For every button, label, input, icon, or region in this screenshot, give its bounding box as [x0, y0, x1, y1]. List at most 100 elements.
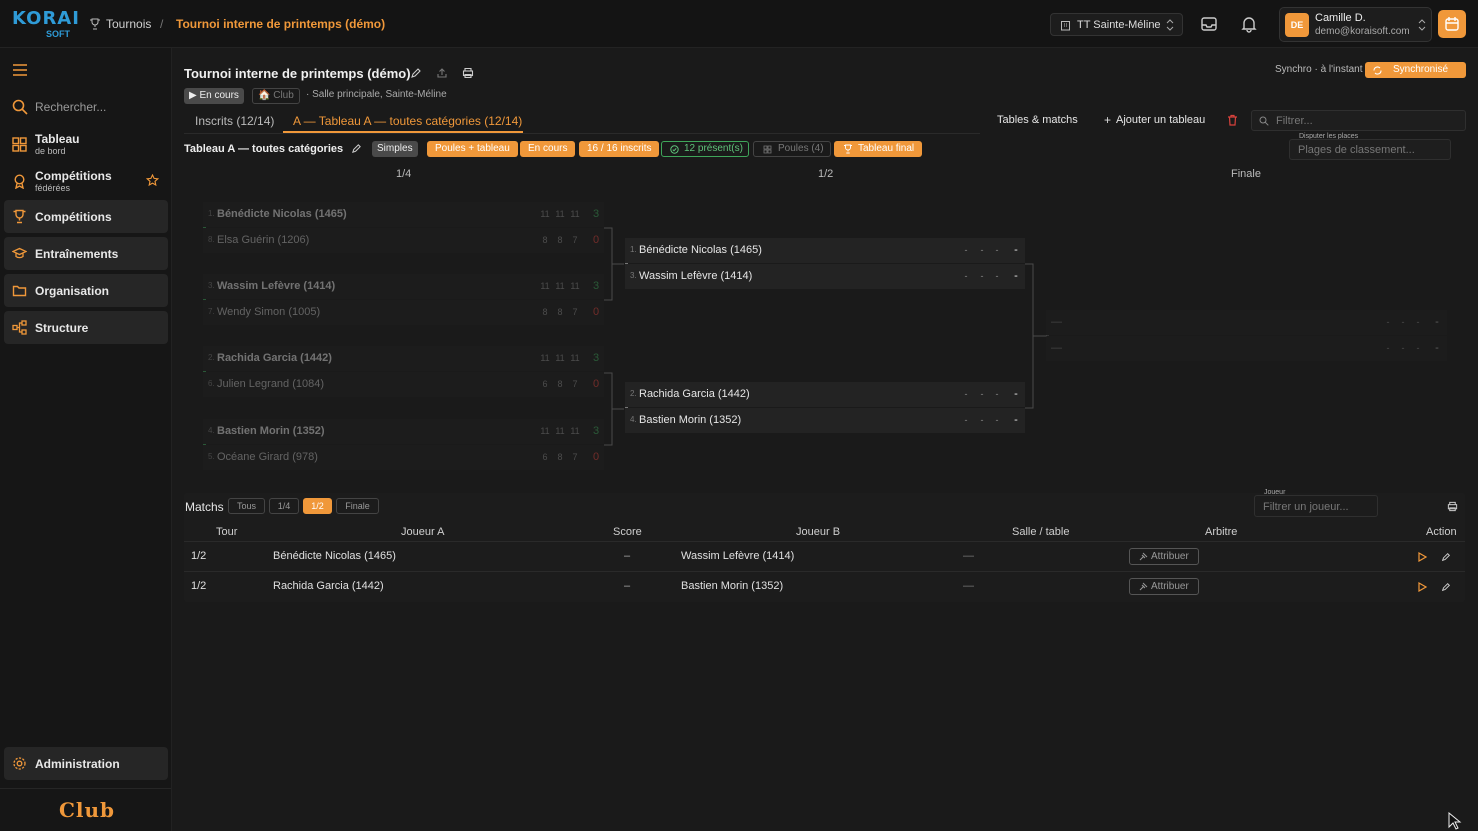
sidebar-divider [0, 788, 171, 789]
round-header-final: Finale [1231, 168, 1261, 180]
chevron-updown-icon [1418, 19, 1426, 31]
set-score: 11 [555, 281, 565, 291]
trash-icon[interactable] [1227, 114, 1238, 126]
mouse-cursor-icon [1448, 812, 1462, 830]
sidebar-item-organisation[interactable]: Organisation [4, 274, 168, 307]
bracket-player-row: 4. Bastien Morin (1352) 11 11 11 3 [203, 419, 604, 444]
seed: 4. [208, 426, 215, 435]
sync-button[interactable]: Synchronisé [1365, 62, 1466, 78]
seed: 8. [208, 235, 215, 244]
player-name: Wassim Lefèvre (1414) [639, 270, 753, 282]
sidebar-item-administration[interactable]: Administration [4, 747, 168, 780]
tab-draw-a[interactable]: A — Tableau A — toutes catégories (12/14… [293, 114, 522, 128]
filter-chip-final[interactable]: Finale [336, 498, 379, 514]
club-selector[interactable]: TT Sainte-Méline [1050, 13, 1183, 36]
bell-icon[interactable] [1240, 15, 1258, 33]
edit-icon[interactable] [1441, 552, 1451, 562]
set-score: 11 [555, 426, 565, 436]
badge-registered: 16 / 16 inscrits [579, 141, 660, 157]
set-score: - [995, 415, 999, 425]
bracket-match-sf1[interactable]: 1. Bénédicte Nicolas (1465) - - - - 3. W… [625, 238, 1025, 289]
filter-chip-quarter[interactable]: 1/4 [269, 498, 299, 514]
star-icon[interactable] [146, 174, 159, 187]
sidebar-item-competitions[interactable]: Compétitions [4, 200, 168, 233]
sidebar-item-dashboard[interactable]: Tableau de bord [4, 128, 168, 161]
cell-round: 1/2 [191, 550, 207, 562]
print-icon[interactable] [1447, 501, 1458, 512]
search-input[interactable]: Rechercher... [35, 100, 106, 114]
assign-referee-button[interactable]: Attribuer [1129, 548, 1199, 565]
user-menu[interactable]: DE Camille D. demo@koraisoft.com [1279, 7, 1432, 42]
cell-table: — [963, 580, 974, 592]
set-score: 11 [540, 353, 550, 363]
badge-simples: Simples [372, 141, 418, 157]
play-icon[interactable] [1418, 552, 1427, 562]
column-header: Action [1426, 526, 1457, 538]
set-score: - [980, 271, 984, 281]
set-score: 7 [572, 379, 578, 389]
badge-final-draw[interactable]: Tableau final [834, 141, 923, 157]
player-name: — [1051, 316, 1062, 328]
breadcrumb-tournois[interactable]: Tournois [106, 17, 151, 31]
player-filter-input[interactable]: Filtrer un joueur... [1254, 495, 1378, 517]
bracket-match-final[interactable]: — - - - - — - - - - [1046, 310, 1447, 361]
seed: 6. [208, 379, 215, 388]
places-input[interactable]: Plages de classement... [1289, 139, 1451, 160]
draw-title: Tableau A — toutes catégories [184, 143, 344, 155]
sidebar-item-label: Organisation [35, 284, 110, 298]
tables-matches-button[interactable]: Tables & matchs [997, 114, 1078, 126]
assign-referee-button[interactable]: Attribuer [1129, 578, 1199, 595]
play-icon[interactable] [1418, 582, 1427, 592]
calendar-button[interactable] [1438, 10, 1466, 38]
round-header-quarter: 1/4 [396, 168, 412, 180]
edit-icon[interactable] [351, 143, 362, 154]
inbox-icon[interactable] [1200, 15, 1218, 33]
share-icon[interactable] [436, 67, 448, 79]
edit-icon[interactable] [410, 67, 422, 79]
club-badge: 🏠 Club [252, 88, 300, 104]
sidebar-item-label: Compétitions [35, 210, 112, 224]
match-total: - [1435, 316, 1439, 328]
hierarchy-icon [12, 320, 27, 335]
set-score: 8 [542, 235, 548, 245]
hamburger-menu-icon[interactable] [12, 63, 28, 77]
set-score: 8 [557, 452, 563, 462]
match-total: - [1014, 270, 1018, 282]
sidebar-item-label: Structure [35, 321, 89, 335]
korai-logo[interactable]: KORAI SOFT [12, 10, 79, 40]
table-row[interactable]: 1/2 Bénédicte Nicolas (1465) – Wassim Le… [184, 541, 1465, 571]
bracket-match-qf4[interactable]: 4. Bastien Morin (1352) 11 11 11 3 5. Oc… [203, 419, 604, 470]
set-score: 11 [540, 426, 550, 436]
print-icon[interactable] [462, 67, 474, 79]
bracket-match-qf2[interactable]: 3. Wassim Lefèvre (1414) 11 11 11 3 7. W… [203, 274, 604, 325]
add-table-button[interactable]: Ajouter un tableau [1116, 114, 1205, 126]
sidebar-item-label: Compétitions [35, 169, 112, 183]
breadcrumb-current: Tournoi interne de printemps (démo) [176, 17, 386, 31]
badge-final-draw-label: Tableau final [858, 143, 915, 154]
set-score: 11 [540, 209, 550, 219]
set-score: - [964, 245, 968, 255]
match-total: 3 [592, 352, 600, 364]
table-row[interactable]: 1/2 Rachida Garcia (1442) – Bastien Mori… [184, 571, 1465, 601]
page-title: Tournoi interne de printemps (démo) [184, 66, 411, 81]
sidebar-item-structure[interactable]: Structure [4, 311, 168, 344]
set-score: 6 [542, 379, 548, 389]
filter-chip-semi[interactable]: 1/2 [303, 498, 332, 514]
bracket-match-qf1[interactable]: 1. Bénédicte Nicolas (1465) 11 11 11 3 8… [203, 202, 604, 253]
bracket-match-qf3[interactable]: 2. Rachida Garcia (1442) 11 11 11 3 6. J… [203, 346, 604, 397]
badge-present: 12 présent(s) [661, 141, 749, 157]
sidebar-item-trainings[interactable]: Entraînements [4, 237, 168, 270]
tab-registered[interactable]: Inscrits (12/14) [195, 114, 274, 128]
avatar: DE [1285, 13, 1309, 37]
filter-chip-all[interactable]: Tous [228, 498, 265, 514]
set-score: 8 [557, 235, 563, 245]
badge-pools[interactable]: Poules (4) [753, 141, 831, 157]
round-header-semi: 1/2 [818, 168, 834, 180]
edit-icon[interactable] [1441, 582, 1451, 592]
filter-input[interactable]: Filtrer... [1251, 110, 1466, 131]
sidebar-item-federated-competitions[interactable]: Compétitions fédérées [4, 165, 168, 198]
bracket-match-sf2[interactable]: 2. Rachida Garcia (1442) - - - - 4. Bast… [625, 382, 1025, 433]
set-score: 11 [540, 281, 550, 291]
bracket-player-row: 7. Wendy Simon (1005) 8 8 7 0 [203, 300, 604, 325]
sidebar-item-label: Tableau [35, 132, 80, 146]
